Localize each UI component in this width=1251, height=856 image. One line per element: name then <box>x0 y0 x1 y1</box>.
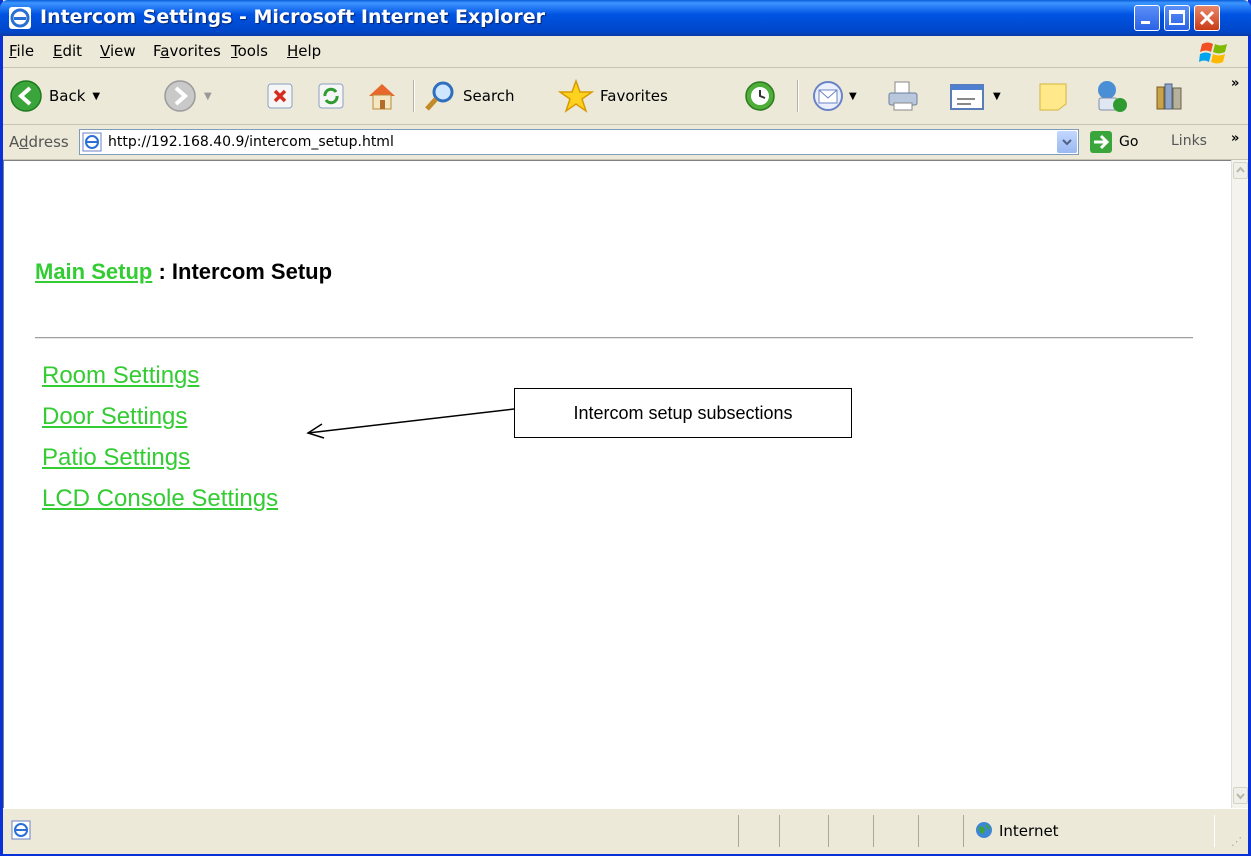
ie-icon <box>9 7 31 29</box>
mail-icon <box>813 81 843 111</box>
stop-icon <box>267 83 293 109</box>
address-dropdown-button[interactable] <box>1057 131 1077 153</box>
favorites-label: Favorites <box>600 87 668 105</box>
status-pane <box>873 815 919 847</box>
address-url: http://192.168.40.9/intercom_setup.html <box>108 134 394 150</box>
history-button[interactable] <box>743 78 777 114</box>
refresh-icon <box>318 83 344 109</box>
close-button[interactable] <box>1194 5 1220 31</box>
go-arrow-icon <box>1090 131 1112 153</box>
back-arrow-icon <box>10 80 42 112</box>
menu-file[interactable]: File <box>9 42 34 60</box>
back-button[interactable]: Back ▼ <box>9 78 100 114</box>
note-icon <box>1039 83 1067 111</box>
back-dropdown-icon[interactable]: ▼ <box>92 91 100 102</box>
discuss-button[interactable] <box>1037 78 1069 114</box>
favorites-star-icon <box>558 79 594 113</box>
resize-grip-icon[interactable]: ⋰ <box>1231 835 1242 848</box>
windows-logo-icon <box>1199 42 1227 64</box>
print-button[interactable] <box>885 78 921 114</box>
breadcrumb-separator: : <box>152 259 172 284</box>
globe-icon <box>976 822 992 838</box>
scroll-down-button[interactable] <box>1233 787 1248 804</box>
menu-view[interactable]: View <box>100 42 136 60</box>
patio-settings-link[interactable]: Patio Settings <box>42 444 190 472</box>
edit-button[interactable]: ▼ <box>949 78 1001 114</box>
standard-toolbar: Back ▼ ▼ Search Favorites ▼ ▼ » <box>3 68 1248 125</box>
toolbar-overflow-icon[interactable]: » <box>1231 76 1239 91</box>
mail-dropdown-icon[interactable]: ▼ <box>849 91 857 102</box>
minimize-button[interactable] <box>1134 5 1160 31</box>
page-icon <box>82 132 102 152</box>
status-pane <box>738 815 780 847</box>
status-pane <box>828 815 874 847</box>
callout-arrow <box>306 408 515 439</box>
page-content <box>3 160 1231 808</box>
status-bar: Internet ⋰ <box>3 808 1248 854</box>
room-settings-link[interactable]: Room Settings <box>42 362 199 390</box>
menu-tools[interactable]: Tools <box>231 42 268 60</box>
main-setup-link[interactable]: Main Setup <box>35 259 152 284</box>
mail-button[interactable]: ▼ <box>811 78 857 114</box>
door-settings-link[interactable]: Door Settings <box>42 403 187 431</box>
scroll-up-button[interactable] <box>1233 162 1248 179</box>
address-bar: Address http://192.168.40.9/intercom_set… <box>3 125 1248 160</box>
search-icon <box>425 81 454 111</box>
menu-edit[interactable]: Edit <box>53 42 82 60</box>
search-button[interactable]: Search <box>423 78 515 114</box>
chevron-down-icon <box>1062 139 1072 146</box>
messenger-button[interactable] <box>1093 78 1129 114</box>
home-button[interactable] <box>365 78 399 114</box>
books-icon <box>1156 83 1182 110</box>
home-icon <box>369 84 395 110</box>
edit-page-icon <box>950 84 984 110</box>
annotation-callout: Intercom setup subsections <box>514 388 852 438</box>
page-title: Main Setup : Intercom Setup <box>35 259 332 285</box>
research-button[interactable] <box>1153 78 1187 114</box>
lcd-console-settings-link[interactable]: LCD Console Settings <box>42 485 278 513</box>
chevron-up-icon <box>1236 166 1245 173</box>
favorites-button[interactable]: Favorites <box>558 78 668 114</box>
forward-button[interactable]: ▼ <box>163 78 212 114</box>
go-label: Go <box>1119 134 1139 150</box>
links-label[interactable]: Links <box>1171 133 1207 149</box>
back-label: Back <box>49 87 86 105</box>
forward-dropdown-icon[interactable]: ▼ <box>204 91 212 102</box>
title-bar[interactable]: Intercom Settings - Microsoft Internet E… <box>0 0 1251 36</box>
address-label: Address <box>9 133 69 151</box>
toolbar-separator <box>413 80 415 112</box>
status-pane <box>779 815 829 847</box>
page-status-icon <box>11 820 31 840</box>
horizontal-rule <box>35 337 1193 339</box>
maximize-button[interactable] <box>1164 5 1190 31</box>
toolbar-separator <box>797 80 799 112</box>
status-pane <box>918 815 964 847</box>
window-title: Intercom Settings - Microsoft Internet E… <box>40 6 545 28</box>
search-label: Search <box>463 87 515 105</box>
menu-favorites[interactable]: Favorites <box>153 42 221 60</box>
refresh-button[interactable] <box>316 78 346 114</box>
security-zone-label: Internet <box>999 822 1059 840</box>
go-button[interactable]: Go <box>1089 130 1138 154</box>
chevron-down-icon <box>1236 793 1245 800</box>
links-overflow-icon[interactable]: » <box>1231 131 1239 146</box>
messenger-icon <box>1098 81 1127 112</box>
printer-icon <box>888 81 918 111</box>
current-page-label: Intercom Setup <box>171 259 333 284</box>
forward-arrow-icon <box>164 80 196 112</box>
edit-dropdown-icon[interactable]: ▼ <box>993 91 1001 102</box>
stop-button[interactable] <box>265 78 295 114</box>
menu-bar: File Edit View Favorites Tools Help <box>3 36 1248 68</box>
menu-help[interactable]: Help <box>287 42 321 60</box>
vertical-scrollbar[interactable] <box>1231 160 1248 808</box>
address-input[interactable]: http://192.168.40.9/intercom_setup.html <box>79 129 1079 155</box>
history-icon <box>745 81 775 111</box>
